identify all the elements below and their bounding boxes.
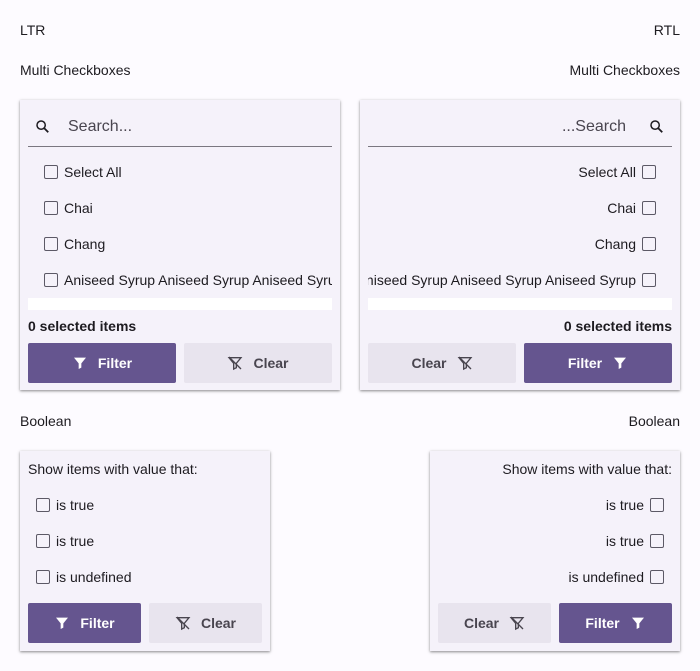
checkbox-icon[interactable] [642, 201, 656, 215]
search-icon [36, 120, 49, 133]
ltr-boolean-filter-button[interactable]: Filter [28, 603, 141, 643]
checkbox-icon[interactable] [36, 570, 50, 584]
ltr-selected-count: 0 selected items [28, 318, 137, 334]
filter-clear-icon [509, 616, 525, 631]
rtl-boolean-option[interactable]: is true [430, 487, 680, 523]
rtl-list-item[interactable]: Chang [368, 226, 672, 262]
rtl-boolean-option[interactable]: is true [430, 523, 680, 559]
option-label: is true [605, 497, 644, 513]
ltr-boolean-clear-button[interactable]: Clear [149, 603, 262, 643]
rtl-boolean-filter-menu: Show items with value that: is true is t… [430, 451, 680, 651]
list-item-label: Select All [578, 164, 636, 180]
checkbox-icon[interactable] [44, 237, 58, 251]
ltr-section-label: LTR [20, 22, 46, 38]
rtl-boolean-title: Boolean [628, 413, 680, 429]
ltr-boolean-option[interactable]: is true [20, 523, 270, 559]
list-item-label: Chai [607, 200, 636, 216]
option-label: is true [56, 497, 95, 513]
rtl-list-item[interactable]: Aniseed Syrup Aniseed Syrup Aniseed Syru… [368, 262, 672, 298]
filter-clear-icon [228, 356, 243, 371]
option-label: is true [605, 533, 644, 549]
rtl-multi-checkboxes-title: Multi Checkboxes [569, 62, 681, 78]
rtl-filter-button[interactable]: Filter [524, 343, 672, 383]
search-icon [650, 120, 663, 133]
horizontal-scrollbar[interactable] [28, 298, 332, 310]
clear-button-label: Clear [411, 355, 447, 371]
checkbox-icon[interactable] [36, 534, 50, 548]
checkbox-icon[interactable] [650, 534, 664, 548]
ltr-boolean-filter-menu: Show items with value that: is true is t… [20, 451, 270, 651]
rtl-search-box [368, 108, 672, 147]
ltr-checkbox-list: Select All Chai Chang Aniseed Syrup Anis… [28, 154, 332, 310]
checkbox-icon[interactable] [44, 273, 58, 287]
filter-icon [631, 617, 644, 629]
filter-icon [73, 357, 86, 369]
filter-button-label: Filter [97, 355, 133, 371]
filter-clear-icon [175, 616, 191, 631]
checkbox-icon[interactable] [650, 498, 664, 512]
option-label: is undefined [56, 569, 132, 585]
ltr-multi-checkboxes-title: Multi Checkboxes [20, 62, 131, 78]
filter-button-label: Filter [567, 355, 603, 371]
list-item-label: Select All [64, 164, 122, 180]
checkbox-icon[interactable] [642, 273, 656, 287]
list-item-label: Chang [594, 236, 636, 252]
filter-icon [614, 357, 627, 369]
ltr-list-item[interactable]: Chang [28, 226, 332, 262]
rtl-list-item[interactable]: Chai [368, 190, 672, 226]
rtl-boolean-filter-button[interactable]: Filter [559, 603, 672, 643]
clear-button-label: Clear [200, 615, 237, 631]
rtl-multi-checkbox-filter-menu: Select All Chai Chang Aniseed Syrup Anis… [360, 100, 680, 390]
horizontal-scrollbar[interactable] [368, 298, 672, 310]
filter-icon [56, 617, 69, 629]
ltr-list-item[interactable]: Chai [28, 190, 332, 226]
filter-button-label: Filter [585, 615, 620, 631]
list-item-label: Aniseed Syrup Aniseed Syrup Aniseed Syru… [64, 272, 332, 288]
rtl-clear-button[interactable]: Clear [368, 343, 516, 383]
option-label: is undefined [568, 569, 644, 585]
ltr-boolean-title: Boolean [20, 413, 72, 429]
ltr-search-input[interactable] [68, 108, 318, 145]
rtl-select-all-item[interactable]: Select All [368, 154, 672, 190]
rtl-search-input[interactable] [376, 108, 626, 145]
rtl-selected-count: 0 selected items [563, 318, 672, 334]
clear-button-label: Clear [253, 355, 289, 371]
checkbox-icon[interactable] [44, 165, 58, 179]
ltr-search-box [28, 108, 332, 147]
ltr-boolean-header: Show items with value that: [28, 461, 198, 477]
filter-button-label: Filter [80, 615, 115, 631]
list-item-label: Chang [64, 236, 106, 252]
ltr-select-all-item[interactable]: Select All [28, 154, 332, 190]
clear-button-label: Clear [463, 615, 500, 631]
rtl-checkbox-list: Select All Chai Chang Aniseed Syrup Anis… [368, 154, 672, 310]
ltr-filter-button[interactable]: Filter [28, 343, 176, 383]
ltr-boolean-option[interactable]: is true [20, 487, 270, 523]
rtl-boolean-option[interactable]: is undefined [430, 559, 680, 595]
rtl-boolean-header: Show items with value that: [502, 461, 672, 477]
rtl-section-label: RTL [653, 22, 680, 38]
ltr-multi-checkbox-filter-menu: Select All Chai Chang Aniseed Syrup Anis… [20, 100, 340, 390]
checkbox-icon[interactable] [642, 237, 656, 251]
filter-clear-icon [457, 356, 472, 371]
checkbox-icon[interactable] [650, 570, 664, 584]
rtl-boolean-clear-button[interactable]: Clear [438, 603, 551, 643]
ltr-clear-button[interactable]: Clear [184, 343, 332, 383]
list-item-label: Aniseed Syrup Aniseed Syrup Aniseed Syru… [368, 272, 636, 288]
checkbox-icon[interactable] [36, 498, 50, 512]
list-item-label: Chai [64, 200, 93, 216]
checkbox-icon[interactable] [642, 165, 656, 179]
checkbox-icon[interactable] [44, 201, 58, 215]
ltr-list-item[interactable]: Aniseed Syrup Aniseed Syrup Aniseed Syru… [28, 262, 332, 298]
ltr-boolean-option[interactable]: is undefined [20, 559, 270, 595]
option-label: is true [56, 533, 95, 549]
